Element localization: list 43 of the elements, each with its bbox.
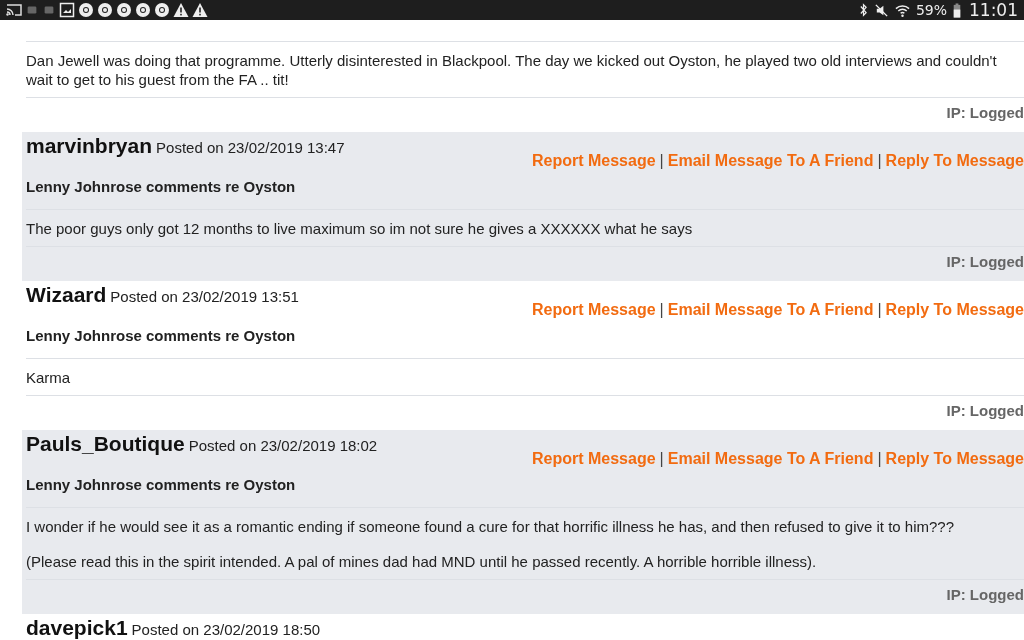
mute-icon bbox=[873, 2, 889, 18]
post-subject: Lenny Johnrose comments re Oyston bbox=[26, 320, 1024, 359]
post-text: (Please read this in the spirit intended. A pal of mines dad had MND until he passed recently. A horrible horrible illness). bbox=[26, 552, 818, 571]
post-text: Karma bbox=[26, 368, 72, 387]
action-link[interactable]: Reply To Message bbox=[885, 301, 1024, 318]
post-text: I wonder if he would see it as a romantic ending if someone found a cure for that horrific illness he has, and then refused to give it to him??? bbox=[26, 517, 956, 536]
username: Pauls_Boutique bbox=[26, 432, 185, 455]
wifi-icon bbox=[894, 2, 910, 18]
separator: | bbox=[877, 450, 882, 467]
post-text: The poor guys only got 12 months to live maximum so im not sure he gives a XXXXXX what he says bbox=[26, 219, 694, 238]
cast-icon bbox=[6, 2, 22, 18]
action-link[interactable]: Email Message To A Friend bbox=[667, 450, 874, 467]
post-date: Posted on 23/02/2019 13:47 bbox=[156, 139, 345, 156]
action-link[interactable]: Email Message To A Friend bbox=[667, 152, 874, 169]
post-date: Posted on 23/02/2019 13:51 bbox=[110, 288, 299, 305]
separator: | bbox=[877, 152, 882, 169]
clock: 11:01 bbox=[969, 0, 1018, 20]
ip-status: IP: Logged bbox=[946, 401, 1024, 421]
post-date: Posted on 23/02/2019 18:02 bbox=[188, 437, 378, 454]
ip-status: IP: Logged bbox=[946, 585, 1024, 605]
post-subject: Lenny Johnrose comments re Oyston bbox=[26, 171, 1024, 210]
ip-status: IP: Logged bbox=[946, 103, 1024, 123]
post-date: Posted on 23/02/2019 18:50 bbox=[131, 621, 321, 638]
action-link[interactable]: Reply To Message bbox=[885, 152, 1024, 169]
username: davepick1 bbox=[26, 616, 128, 639]
battery-percent: 59% bbox=[915, 2, 947, 18]
action-link[interactable]: Email Message To A Friend bbox=[667, 301, 874, 318]
image-icon bbox=[59, 2, 75, 18]
username: Wizaard bbox=[26, 283, 107, 306]
post-text: Dan Jewell was doing that programme. Utterly disinterested in Blackpool. The day we kicked out Oyston, he played two old interviews and couldn't wait to get to his guest from the FA .. tit! bbox=[26, 51, 998, 89]
battery-icon bbox=[953, 2, 961, 18]
post-subject: Lenny Johnrose comments re Oyston bbox=[26, 469, 1024, 508]
ip-status: IP: Logged bbox=[946, 252, 1024, 272]
username: marvinbryan bbox=[26, 134, 153, 157]
separator: | bbox=[659, 450, 664, 467]
separator: | bbox=[659, 152, 664, 169]
action-link[interactable]: Report Message bbox=[532, 152, 656, 169]
action-link[interactable]: Reply To Message bbox=[885, 450, 1024, 467]
action-link[interactable]: Report Message bbox=[532, 450, 656, 467]
separator: | bbox=[659, 301, 664, 318]
action-link[interactable]: Report Message bbox=[532, 301, 656, 318]
bluetooth-icon bbox=[858, 3, 868, 17]
separator: | bbox=[877, 301, 882, 318]
